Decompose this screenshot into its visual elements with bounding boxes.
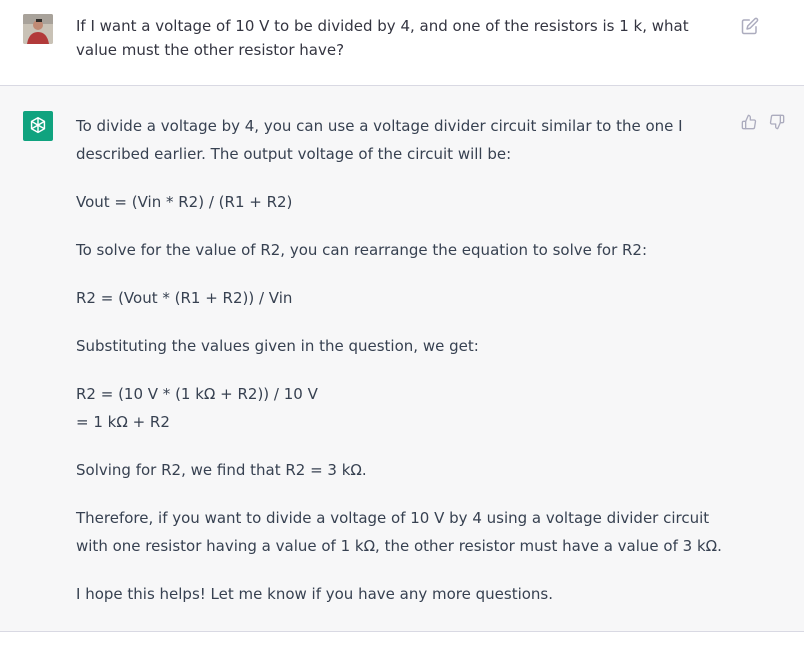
user-message-row: If I want a voltage of 10 V to be divide… bbox=[0, 0, 804, 86]
thumbs-down-icon[interactable] bbox=[769, 114, 785, 130]
openai-logo-icon bbox=[30, 117, 46, 134]
answer-paragraph: To solve for the value of R2, you can re… bbox=[76, 241, 648, 259]
assistant-message-text: To divide a voltage by 4, you can use a … bbox=[76, 112, 736, 608]
thumbs-up-icon[interactable] bbox=[741, 114, 757, 130]
answer-closing: I hope this helps! Let me know if you ha… bbox=[76, 585, 554, 603]
formula-vout: Vout = (Vin * R2) / (R1 + R2) bbox=[76, 193, 293, 211]
formula-substitution-result: = 1 kΩ + R2 bbox=[76, 413, 170, 431]
user-avatar bbox=[23, 14, 53, 44]
assistant-message-row: To divide a voltage by 4, you can use a … bbox=[0, 86, 804, 632]
answer-paragraph: Therefore, if you want to divide a volta… bbox=[76, 509, 722, 555]
answer-paragraph: Solving for R2, we find that R2 = 3 kΩ. bbox=[76, 461, 367, 479]
formula-substitution: R2 = (10 V * (1 kΩ + R2)) / 10 V bbox=[76, 385, 318, 403]
user-message-text: If I want a voltage of 10 V to be divide… bbox=[76, 17, 689, 59]
assistant-avatar bbox=[23, 111, 53, 141]
answer-paragraph: Substituting the values given in the que… bbox=[76, 337, 479, 355]
answer-paragraph: To divide a voltage by 4, you can use a … bbox=[76, 117, 683, 163]
formula-r2: R2 = (Vout * (R1 + R2)) / Vin bbox=[76, 289, 293, 307]
edit-icon[interactable] bbox=[741, 17, 759, 35]
